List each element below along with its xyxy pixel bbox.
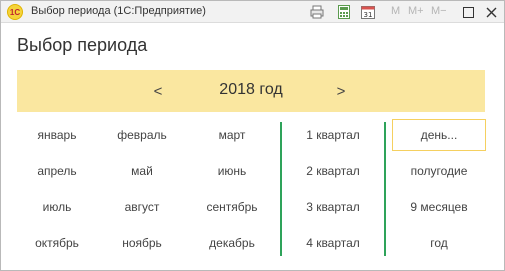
memory-store-button[interactable]: M (391, 5, 400, 17)
maximize-icon (462, 6, 474, 18)
month-november[interactable]: ноябрь (97, 228, 187, 258)
month-october[interactable]: октябрь (17, 228, 97, 258)
window-title: Выбор периода (1С:Предприятие) (31, 5, 206, 17)
month-april[interactable]: апрель (17, 156, 97, 186)
month-december[interactable]: декабрь (187, 228, 277, 258)
title-bar: 1С Выбор периода (1С:Предприятие) 31 M M… (1, 1, 504, 23)
dialog-heading: Выбор периода (17, 35, 148, 55)
previous-year-button[interactable]: < (146, 80, 170, 102)
close-button[interactable] (482, 3, 500, 21)
months-quarters-divider (280, 122, 282, 256)
quarter-4[interactable]: 4 квартал (288, 228, 378, 258)
month-august[interactable]: август (97, 192, 187, 222)
month-july[interactable]: июль (17, 192, 97, 222)
month-february[interactable]: февраль (97, 120, 187, 150)
year-navigation-band: < 2018 год > (17, 70, 485, 112)
memory-add-button[interactable]: M+ (408, 5, 424, 17)
current-year-label: 2018 год (219, 81, 283, 98)
next-year-button[interactable]: > (329, 80, 353, 102)
memory-subtract-button[interactable]: M− (431, 5, 447, 17)
close-icon (486, 7, 496, 17)
quarter-2[interactable]: 2 квартал (288, 156, 378, 186)
print-icon[interactable] (310, 5, 324, 19)
period-year[interactable]: год (392, 228, 486, 258)
quarter-1[interactable]: 1 квартал (288, 120, 378, 150)
app-logo-icon: 1С (7, 4, 23, 20)
month-september[interactable]: сентябрь (187, 192, 277, 222)
month-january[interactable]: январь (17, 120, 97, 150)
period-nine-months[interactable]: 9 месяцев (392, 192, 486, 222)
period-half-year[interactable]: полугодие (392, 156, 486, 186)
period-day-button[interactable]: день... (392, 119, 486, 151)
month-june[interactable]: июнь (187, 156, 277, 186)
month-march[interactable]: март (187, 120, 277, 150)
calculator-icon[interactable] (337, 5, 351, 19)
maximize-button[interactable] (459, 3, 477, 21)
calendar-day-number: 31 (364, 11, 373, 19)
month-may[interactable]: май (97, 156, 187, 186)
quarter-3[interactable]: 3 квартал (288, 192, 378, 222)
quarters-periods-divider (384, 122, 386, 256)
calendar-icon[interactable]: 31 (361, 5, 375, 19)
period-selection-window: 1С Выбор периода (1С:Предприятие) 31 M M… (0, 0, 505, 271)
